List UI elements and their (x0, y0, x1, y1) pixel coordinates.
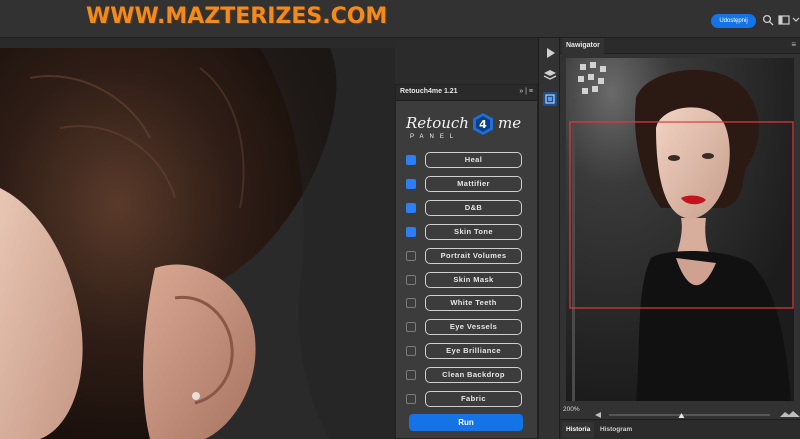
checkbox-dandb[interactable] (406, 202, 416, 213)
checkbox-clean-backdrop[interactable] (406, 370, 416, 381)
logo-badge-char: 4 (479, 118, 487, 131)
app-window: WWW.MAZTERIZES.COM Udostępnij Retouch4me… (0, 0, 800, 439)
tool-row-skin-tone: Skin Tone (406, 223, 522, 240)
share-button[interactable]: Udostępnij (711, 14, 756, 28)
window-menu-icon[interactable] (792, 14, 800, 26)
tool-row-heal: Heal (406, 152, 522, 168)
watermark-text: WWW.MAZTERIZES.COM (86, 4, 388, 29)
tool-row-skin-mask: Skin Mask (406, 271, 522, 288)
navigator-tabbar: Nawigator ≡ (560, 38, 800, 54)
panel-icon-column (538, 38, 560, 439)
tool-row-eye-vessels: Eye Vessels (406, 319, 522, 336)
tool-button-dandb[interactable]: D&B (425, 199, 522, 216)
navigator-thumbnail-image (566, 58, 794, 401)
tool-button-portrait-volumes[interactable]: Portrait Volumes (425, 247, 522, 264)
checkbox-portrait-volumes[interactable] (406, 250, 416, 261)
checkbox-fabric[interactable] (406, 394, 416, 404)
checkbox-white-teeth[interactable] (406, 298, 416, 309)
bottom-tabbar: Historia Histogram (560, 419, 800, 439)
zoom-value[interactable]: 200% (563, 406, 580, 413)
tool-row-mattifier: Mattifier (406, 175, 522, 192)
logo-word-right: me (498, 114, 522, 132)
tool-button-mattifier[interactable]: Mattifier (425, 175, 522, 192)
tool-button-skin-tone[interactable]: Skin Tone (425, 223, 522, 240)
layers-icon[interactable] (543, 68, 557, 82)
search-icon[interactable] (762, 14, 774, 26)
checkbox-mattifier[interactable] (406, 178, 416, 189)
tool-row-clean-backdrop: Clean Backdrop (406, 367, 522, 384)
panel-title: Retouch4me 1.21 (400, 88, 458, 95)
checkbox-skin-mask[interactable] (406, 274, 416, 285)
tool-button-eye-vessels[interactable]: Eye Vessels (425, 319, 522, 336)
tab-navigator[interactable]: Nawigator (562, 38, 604, 54)
tool-row-fabric: Fabric (406, 391, 522, 407)
zoom-slider[interactable] (595, 407, 800, 419)
logo-subtitle: PANEL (410, 134, 460, 140)
checkbox-heal[interactable] (406, 155, 416, 165)
tool-button-heal[interactable]: Heal (425, 152, 522, 168)
run-button[interactable]: Run (409, 414, 523, 431)
portrait-closeup-image (0, 38, 395, 439)
tool-button-eye-brilliance[interactable]: Eye Brilliance (425, 343, 522, 360)
checkbox-eye-brilliance[interactable] (406, 346, 416, 357)
top-bar: WWW.MAZTERIZES.COM Udostępnij (0, 0, 800, 38)
tab-histogram[interactable]: Histogram (596, 422, 636, 438)
tool-row-portrait-volumes: Portrait Volumes (406, 247, 522, 264)
checkbox-skin-tone[interactable] (406, 226, 416, 237)
plugin-icon[interactable] (543, 92, 557, 106)
zoom-in-icon (780, 411, 800, 417)
navigator-preview[interactable] (566, 58, 794, 401)
tool-button-skin-mask[interactable]: Skin Mask (425, 271, 522, 288)
panel-header: Retouch4me 1.21 » | ≡ (396, 85, 537, 101)
workspace-icon[interactable] (778, 14, 790, 26)
retouch4me-logo: Retouch 4 me PANEL (406, 112, 528, 144)
panel-collapse-controls[interactable]: » | ≡ (519, 88, 533, 95)
document-canvas[interactable] (0, 38, 395, 439)
tool-row-dandb: D&B (406, 199, 522, 216)
tool-button-white-teeth[interactable]: White Teeth (425, 295, 522, 312)
logo-word-left: Retouch (406, 114, 469, 132)
panel-menu-icon[interactable]: ≡ (791, 40, 796, 49)
zoom-out-icon (595, 412, 601, 418)
checkbox-eye-vessels[interactable] (406, 322, 416, 333)
retouch4me-panel: Retouch4me 1.21 » | ≡ Retouch 4 me PANEL… (395, 84, 538, 439)
logo-badge-icon: 4 (471, 112, 495, 136)
right-dock: Nawigator ≡ 200% Historia Histogram (560, 38, 800, 439)
tool-row-eye-brilliance: Eye Brilliance (406, 343, 522, 360)
play-icon[interactable] (543, 46, 557, 60)
tool-button-clean-backdrop[interactable]: Clean Backdrop (425, 367, 522, 384)
tool-row-white-teeth: White Teeth (406, 295, 522, 312)
tool-button-fabric[interactable]: Fabric (425, 391, 522, 407)
tab-history[interactable]: Historia (562, 422, 595, 438)
